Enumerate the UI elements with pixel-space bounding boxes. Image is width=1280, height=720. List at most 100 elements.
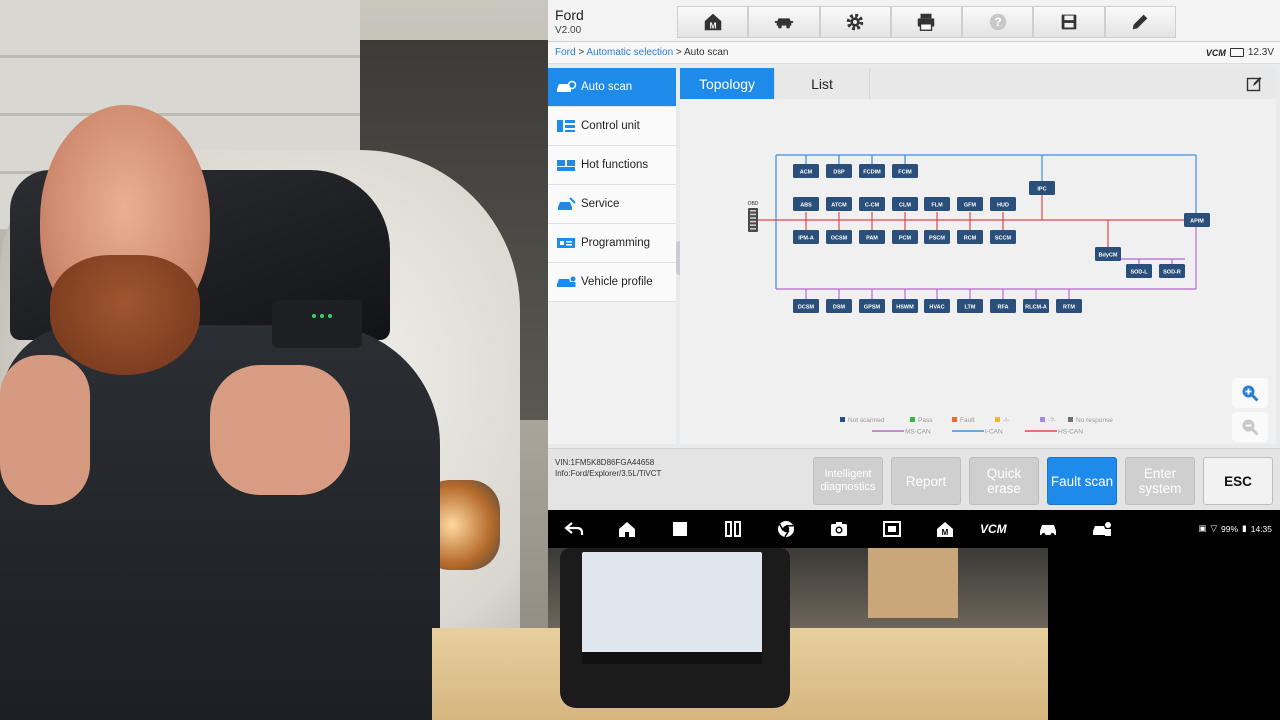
screenshot-icon[interactable]	[882, 519, 902, 539]
sidebar-item-label: Auto scan	[581, 81, 633, 93]
sidebar-item-control-unit[interactable]: Control unit	[548, 107, 676, 146]
help-button[interactable]: ?	[962, 6, 1034, 38]
wifi-icon: ▽	[1210, 523, 1218, 533]
module-abs[interactable]: ABS	[793, 197, 819, 211]
breadcrumb-separator: >	[673, 47, 684, 58]
tab-topology[interactable]: Topology	[680, 68, 775, 99]
module-gpsm[interactable]: GPSM	[859, 299, 885, 313]
intelligent-diagnostics-button[interactable]: Intelligent diagnostics	[813, 457, 883, 505]
split-screen-icon[interactable]	[723, 519, 743, 539]
enter-system-button[interactable]: Enter system	[1125, 457, 1195, 505]
settings-button[interactable]	[819, 6, 891, 38]
module-rlcm-a[interactable]: RLCM-A	[1023, 299, 1049, 313]
module-pscm[interactable]: PSCM	[924, 230, 950, 244]
module-sccm[interactable]: SCCM	[990, 230, 1016, 244]
module-rfa[interactable]: RFA	[990, 299, 1016, 313]
back-icon[interactable]	[564, 519, 584, 539]
svg-text:PSCM: PSCM	[929, 236, 945, 242]
svg-text:DSP: DSP	[833, 170, 845, 176]
fault-scan-button[interactable]: Fault scan	[1047, 457, 1117, 505]
esc-button[interactable]: ESC	[1203, 457, 1273, 505]
help-icon: ?	[989, 13, 1007, 31]
tab-bar: Topology List	[680, 68, 1276, 99]
vehicle-info-text: Info:Ford/Explorer/3.5L/TiVCT	[555, 469, 662, 478]
programming-icon	[557, 238, 575, 248]
tablet-photo-screen	[582, 552, 762, 656]
svg-text:RFA: RFA	[998, 305, 1009, 311]
camera-icon[interactable]	[829, 519, 849, 539]
scan-tablet-photo	[560, 548, 790, 708]
home-button[interactable]: M	[677, 6, 749, 38]
tab-list[interactable]: List	[775, 68, 870, 99]
sidebar-item-programming[interactable]: Programming	[548, 224, 676, 263]
zoom-in-button[interactable]	[1232, 378, 1268, 408]
print-button[interactable]	[890, 6, 963, 38]
module-bdycm[interactable]: BdyCM	[1095, 247, 1121, 261]
module-rtm[interactable]: RTM	[1056, 299, 1082, 313]
sidebar-item-service[interactable]: Service	[548, 185, 676, 224]
edit-button[interactable]	[1104, 6, 1176, 38]
vehicle-lift-button[interactable]	[748, 6, 820, 38]
sidebar-item-auto-scan[interactable]: Auto scan	[548, 68, 676, 107]
zoom-out-button[interactable]	[1232, 412, 1268, 442]
module-fcdim[interactable]: FCDIM	[859, 164, 885, 178]
module-ipm-a[interactable]: IPM-A	[793, 230, 819, 244]
legend-bus: HS-CAN	[1025, 429, 1083, 436]
svg-text:OCSM: OCSM	[831, 236, 848, 242]
module-pcm[interactable]: PCM	[892, 230, 918, 244]
svg-text:-!-: -!-	[1003, 417, 1009, 424]
legend-bus: I-CAN	[952, 429, 1003, 436]
module-rcm[interactable]: RCM	[957, 230, 983, 244]
module-dcsm[interactable]: DCSM	[793, 299, 819, 313]
module-clm[interactable]: CLM	[892, 197, 918, 211]
save-button[interactable]	[1033, 6, 1105, 38]
module-sod-l[interactable]: SOD-L	[1126, 264, 1152, 278]
recent-apps-icon[interactable]	[670, 519, 690, 539]
sidebar-item-hot-functions[interactable]: Hot functions	[548, 146, 676, 185]
svg-text:Pass: Pass	[918, 417, 933, 424]
edit-icon[interactable]	[1246, 76, 1262, 92]
module-acm[interactable]: ACM	[793, 164, 819, 178]
browser-icon[interactable]	[776, 519, 796, 539]
svg-text:IPC: IPC	[1037, 187, 1046, 193]
module-c-cm[interactable]: C-CM	[859, 197, 885, 211]
module-ipc[interactable]: IPC	[1029, 181, 1055, 195]
breadcrumb-ford[interactable]: Ford	[555, 47, 576, 58]
module-fcim[interactable]: FCIM	[892, 164, 918, 178]
breadcrumb-automatic-selection[interactable]: Automatic selection	[586, 47, 673, 58]
module-atcm[interactable]: ATCM	[826, 197, 852, 211]
sidebar-item-vehicle-profile[interactable]: Vehicle profile	[548, 263, 676, 302]
module-ocsm[interactable]: OCSM	[826, 230, 852, 244]
car-lift-icon	[774, 18, 794, 29]
sidebar-item-label: Service	[581, 198, 620, 210]
svg-text:GFM: GFM	[964, 203, 977, 209]
module-hswm[interactable]: HSWM	[892, 299, 918, 313]
scanner-app: Ford V2.00 M ? Ford > Automatic selectio…	[548, 0, 1280, 510]
module-sod-r[interactable]: SOD-R	[1159, 264, 1185, 278]
module-ltm[interactable]: LTM	[957, 299, 983, 313]
module-flm[interactable]: FLM	[924, 197, 950, 211]
battery-percent: 99%	[1221, 523, 1239, 534]
module-apim[interactable]: APIM	[1184, 213, 1210, 227]
module-gfm[interactable]: GFM	[957, 197, 983, 211]
pencil-icon	[1132, 14, 1148, 30]
car-icon[interactable]	[1038, 519, 1058, 539]
module-dsm[interactable]: DSM	[826, 299, 852, 313]
sidebar-item-label: Programming	[581, 237, 651, 249]
legend-bus: MS-CAN	[872, 429, 931, 436]
svg-text:APIM: APIM	[1190, 219, 1204, 225]
car-user-icon[interactable]	[1092, 519, 1112, 539]
home-nav-icon[interactable]	[617, 519, 637, 539]
svg-text:HVAC: HVAC	[929, 305, 944, 311]
vcm-nav-button[interactable]: VCM	[980, 522, 1007, 536]
module-hud[interactable]: HUD	[990, 197, 1016, 211]
svg-text:CLM: CLM	[899, 203, 911, 209]
report-button[interactable]: Report	[891, 457, 961, 505]
sidebar-item-label: Hot functions	[581, 159, 649, 171]
quick-erase-button[interactable]: Quick erase	[969, 457, 1039, 505]
module-pam[interactable]: PAM	[859, 230, 885, 244]
cardboard-box	[868, 548, 958, 618]
module-dsp[interactable]: DSP	[826, 164, 852, 178]
module-hvac[interactable]: HVAC	[924, 299, 950, 313]
maxisys-home-icon[interactable]: M	[935, 519, 955, 539]
